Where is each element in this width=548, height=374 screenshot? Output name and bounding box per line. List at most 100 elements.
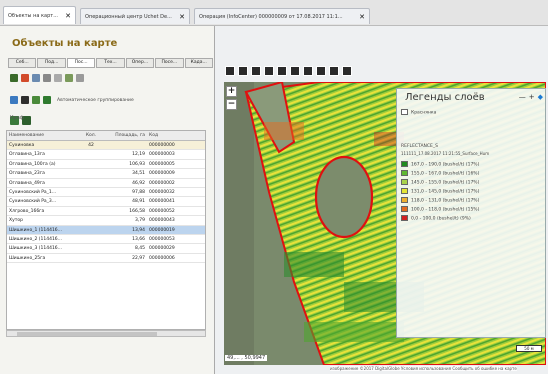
toolbar-row-2: Автоматическое группирование [10, 96, 134, 104]
zoom-out-button[interactable]: − [226, 99, 237, 110]
table-cell-qty [79, 235, 103, 243]
ruler-icon[interactable] [316, 66, 326, 76]
grouping-dropdown[interactable]: Автоматическое группирование [57, 98, 134, 103]
legend-group: REFLECTANCE_S [401, 144, 438, 149]
legend-item: 167,0 - 190,0 (bushel/t) (17%) [401, 161, 479, 168]
table-cell-name: Оглавина_100га (a) [9, 161, 56, 167]
layer-icon[interactable] [65, 74, 73, 82]
horizontal-scrollbar[interactable] [6, 330, 206, 337]
page-title: Объекты на карте [12, 38, 118, 49]
tab-label: Операционный центр Uchet De... [85, 13, 172, 20]
measure-icon[interactable] [277, 66, 287, 76]
select-icon[interactable] [303, 66, 313, 76]
table-row[interactable]: Оглавина_100га (a) 106,93 000000005 [7, 160, 205, 170]
table-row[interactable]: Шишкино_25га 22,97 000000006 [7, 254, 205, 264]
table-cell-name: Шишкино_1 (114416... [9, 227, 62, 233]
legend-item-label: 131,0 - 145,0 (bushel/t) (17%) [411, 189, 480, 195]
coordinate-readout: 49,... , 50,9947 [225, 355, 268, 361]
table-row[interactable]: Сухиновский Ра_3... 48,91 000000041 [7, 197, 205, 207]
close-icon[interactable]: ✕ [62, 12, 71, 20]
legend-expand-button[interactable]: + [529, 93, 535, 101]
table-cell-qty [79, 207, 103, 215]
tab-label: Операция (InfoCenter) 000000009 от 17.08… [199, 13, 343, 20]
zoom-in-button[interactable]: + [226, 86, 237, 97]
table-cell-qty [79, 150, 103, 158]
layers-icon[interactable] [225, 66, 235, 76]
table-cell-qty [79, 226, 103, 234]
table-row[interactable]: Хлгрово_166га 166,58 000000052 [7, 207, 205, 217]
subtab[interactable]: Тех... [96, 58, 125, 68]
map-attribution[interactable]: изображение ©2017 DigitalGlobe Условия и… [330, 366, 517, 371]
table-cell-name: Оглавина_13га [9, 152, 45, 158]
table-cell-area: 34,51 [132, 171, 145, 177]
subtab-active[interactable]: Пос... [66, 58, 96, 68]
search-map-icon[interactable] [342, 66, 352, 76]
legend-swatch [401, 161, 408, 167]
close-icon[interactable]: ✕ [176, 13, 185, 21]
table-row[interactable]: Сухиновский Ра_1... 97,88 000000032 [7, 188, 205, 198]
table-row[interactable]: Оглавина_49га 46,92 000000002 [7, 179, 205, 188]
table-row[interactable]: Оглавина_13га 12,19 000000003 [7, 150, 205, 160]
delete-icon[interactable] [21, 74, 29, 82]
subtab[interactable]: Посе... [155, 58, 184, 68]
table-row[interactable]: Хутор 3,79 000000043 [7, 216, 205, 226]
table-cell-area: 48,91 [132, 199, 145, 205]
table-cell-qty [79, 216, 103, 224]
legend-collapse-button[interactable]: — [519, 93, 526, 101]
table-cell-name: Оглавина_49га [9, 180, 45, 186]
column-header-qty[interactable]: Кол. [79, 131, 103, 140]
subtab[interactable]: Себ... [8, 58, 37, 68]
table-cell-qty [79, 169, 103, 177]
column-header-area[interactable]: Площадь, га [103, 131, 147, 140]
table-cell-name: Оглавина_23га [9, 171, 45, 177]
palette-icon[interactable] [21, 96, 29, 104]
legend-item-label: 145,0 - 155,0 (bushel/t) (17%) [411, 180, 480, 186]
table-cell-qty [79, 244, 103, 252]
filter-icon[interactable] [76, 74, 84, 82]
subtab[interactable]: Под... [37, 58, 66, 68]
column-header-name[interactable]: Наименование [7, 131, 79, 140]
legend-swatch [401, 170, 408, 176]
table-row[interactable]: Шишкино_2 (114416... 13,66 000000053 [7, 235, 205, 245]
table-cell-code: 000000041 [149, 199, 175, 205]
field-icon[interactable] [43, 96, 51, 104]
column-header-code[interactable]: Код [147, 131, 205, 140]
close-icon[interactable]: ✕ [356, 13, 365, 21]
subtab[interactable]: Опер... [125, 58, 155, 68]
table-row[interactable]: Шишкино_1 (114416... 13,94 000000019 [7, 225, 205, 235]
fullscreen-icon[interactable] [329, 66, 339, 76]
legend-item: 131,0 - 145,0 (bushel/t) (17%) [401, 188, 479, 195]
layer-order-icon[interactable] [264, 66, 274, 76]
chart-icon[interactable] [10, 96, 18, 104]
subtab[interactable]: Када... [184, 58, 213, 68]
objects-table: Наименование Кол. Площадь, га Код Сухино… [6, 130, 206, 330]
info-icon[interactable] [251, 66, 261, 76]
table-row[interactable]: Оглавина_23га 34,51 000000009 [7, 169, 205, 179]
toolbar-row-1 [10, 74, 84, 82]
table-cell-qty [79, 188, 103, 196]
tractor-icon[interactable] [32, 96, 40, 104]
table-cell-area: 8,45 [134, 246, 145, 252]
legend-swatch [401, 206, 408, 212]
tab-operation[interactable]: Операция (InfoCenter) 000000009 от 17.08… [194, 8, 370, 24]
print-icon[interactable] [238, 66, 248, 76]
table-cell-code: 000000002 [149, 180, 175, 186]
subtab-strip: Себ... Под... Пос... Тех... Опер... Посе… [8, 58, 213, 68]
tab-label: Объекты на карт... [8, 12, 58, 19]
pin-icon[interactable] [10, 74, 18, 82]
table-row[interactable]: Шишкино_3 (114416... 8,45 000000029 [7, 244, 205, 254]
scrollbar-thumb[interactable] [17, 332, 157, 336]
table-row[interactable]: Сухиновка 42 000000000 [7, 141, 205, 151]
legend-pin-icon[interactable]: ◆ [538, 93, 543, 101]
refresh-icon[interactable] [32, 74, 40, 82]
table-cell-code: 000000053 [149, 236, 175, 242]
legend-group-sub: 111111_17.08.2017 11:21:55_Surface_Hum [401, 151, 490, 156]
search-icon[interactable] [54, 74, 62, 82]
tab-objects-on-map[interactable]: Объекты на карт... ✕ [3, 6, 76, 24]
table-cell-name: Сухиновка [9, 143, 35, 148]
table-cell-name: Шишкино_3 (114416... [9, 246, 62, 252]
table-cell-code: 000000029 [149, 246, 175, 252]
grid-icon[interactable] [290, 66, 300, 76]
zoom-icon[interactable] [43, 74, 51, 82]
tab-operations-center[interactable]: Операционный центр Uchet De... ✕ [80, 8, 190, 24]
